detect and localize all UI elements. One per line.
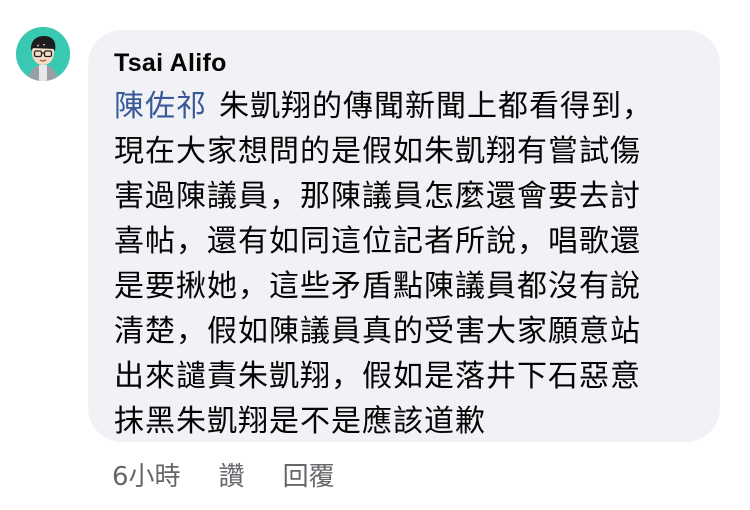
comment-text-rest: 現在大家想問的是假如朱凱翔有嘗試傷 害過陳議員，那陳議員怎麼還會要去討 喜帖，還… xyxy=(114,134,641,439)
comment-thread: Tsai Alifo 陳佐祁 朱凱翔的傳聞新聞上都看得到， 現在大家想問的是假如朱… xyxy=(0,0,750,510)
comment-body: 陳佐祁 朱凱翔的傳聞新聞上都看得到， 現在大家想問的是假如朱凱翔有嘗試傷 害過陳議… xyxy=(114,84,700,444)
like-button[interactable]: 讚 xyxy=(219,456,245,493)
comment-actions: 6小時 讚 回覆 xyxy=(112,456,335,493)
comment-timestamp[interactable]: 6小時 xyxy=(112,456,181,493)
comment-text-first-line: 朱凱翔的傳聞新聞上都看得到， xyxy=(219,89,653,124)
avatar[interactable] xyxy=(16,27,70,81)
comment-author[interactable]: Tsai Alifo xyxy=(114,46,700,80)
comment-bubble: Tsai Alifo 陳佐祁 朱凱翔的傳聞新聞上都看得到， 現在大家想問的是假如朱… xyxy=(88,30,720,442)
reply-button[interactable]: 回覆 xyxy=(283,456,335,493)
cartoon-person-avatar-icon xyxy=(16,27,70,81)
mention-link[interactable]: 陳佐祁 xyxy=(114,89,207,124)
